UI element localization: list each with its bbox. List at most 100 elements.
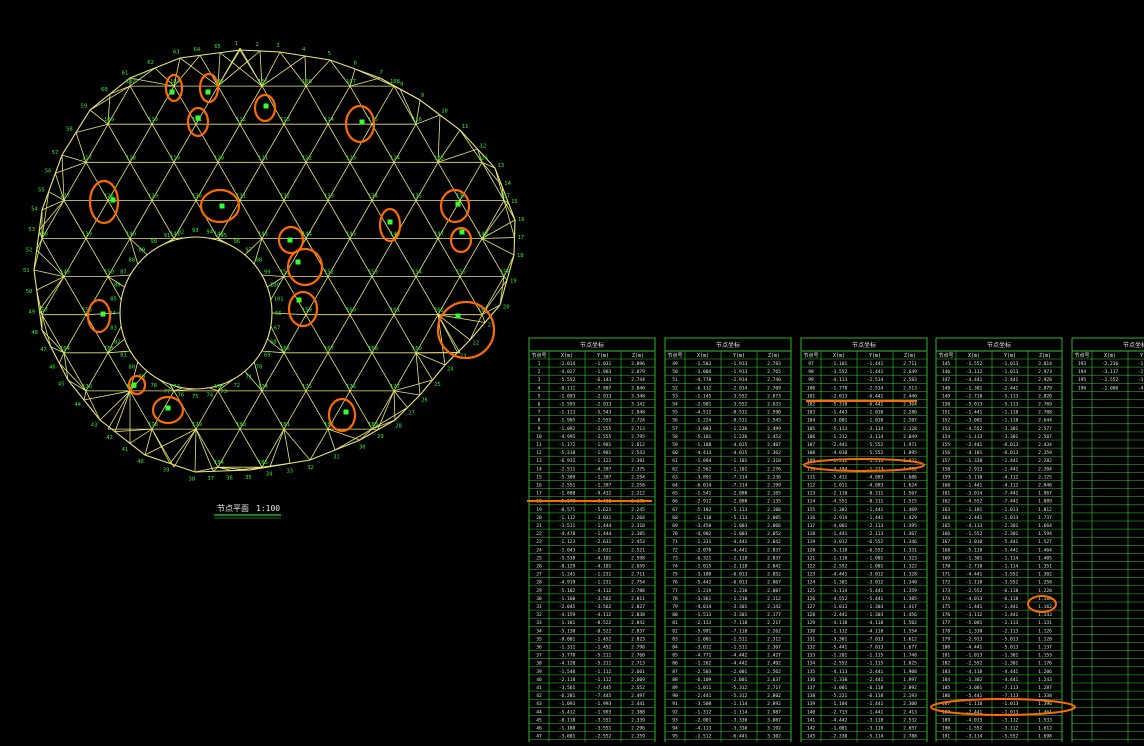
table-cell: -3.118: [867, 717, 884, 723]
table-cell: 2.811: [631, 596, 645, 602]
table-cell: -5.130: [559, 628, 576, 634]
node-label: 153: [368, 270, 378, 276]
node-label: 35: [245, 475, 252, 481]
table-cell: 1.664: [1038, 523, 1052, 529]
edge-member: [378, 391, 395, 430]
cad-viewport[interactable]: 1234567891011121314151617181920212223242…: [0, 0, 1144, 742]
table-cell: -2.631: [595, 539, 612, 545]
table-cell: 196: [1078, 385, 1087, 391]
table-cell: -7.013: [867, 645, 884, 651]
table-cell: 168: [942, 547, 951, 553]
table-cell: -1.145: [695, 393, 712, 399]
table-cell: 55: [672, 410, 678, 416]
table-cell: 189: [942, 717, 951, 723]
node-label: 69: [264, 353, 271, 359]
table-cell: -1.236: [731, 434, 748, 440]
node-label: 156: [500, 270, 510, 276]
table-cell: -1.101: [731, 466, 748, 472]
node-label: 100: [270, 283, 280, 289]
table-header-cell: Y(m): [1140, 353, 1144, 359]
table-cell: 2.037: [767, 555, 781, 561]
table-cell: 64: [672, 483, 678, 489]
table-cell: 2.318: [767, 458, 781, 464]
node-label: 71: [245, 375, 252, 381]
node-label: 118: [126, 155, 136, 161]
table-cell: -1.330: [966, 458, 983, 464]
node-label: 90: [151, 239, 158, 245]
table-cell: -1.513: [695, 612, 712, 618]
table-cell: 1.748: [903, 653, 917, 659]
table-cell: -4.113: [831, 377, 848, 383]
node-label: 112: [236, 117, 246, 123]
node-label: 93: [192, 228, 199, 234]
table-cell: -2.718: [966, 393, 983, 399]
table-cell: -2.013: [831, 393, 848, 399]
node-label: 142: [214, 232, 224, 238]
table-cell: -2.113: [695, 620, 712, 626]
node-label: 165: [104, 346, 114, 352]
table-cell: 177: [942, 620, 951, 626]
table-cell: 2.254: [631, 474, 645, 480]
node-label: 41: [122, 447, 129, 453]
table-cell: -5.411: [831, 474, 848, 480]
table-cell: 153: [942, 426, 951, 432]
node-label: 16: [518, 217, 525, 223]
table-cell: 1.143: [1038, 612, 1052, 618]
table-cell: -6.931: [559, 458, 576, 464]
table-cell: -5.552: [867, 442, 884, 448]
table-cell: 122: [807, 564, 816, 570]
table-cell: -2.713: [831, 709, 848, 715]
cad-drawing-canvas[interactable]: 1234567891011121314151617181920212223242…: [0, 0, 1144, 742]
node-label: 82: [114, 339, 121, 345]
table-cell: 2.312: [767, 636, 781, 642]
table-title: 节点坐标: [987, 341, 1011, 349]
table-cell: 2.067: [767, 580, 781, 586]
node-label: 61: [122, 71, 129, 77]
table-cell: 113: [807, 491, 816, 497]
node-label: 46: [49, 364, 56, 370]
table-cell: -1.444: [595, 531, 612, 537]
table-cell: -2.511: [559, 466, 576, 472]
table-cell: 2.204: [1038, 466, 1052, 472]
table-cell: -8.522: [595, 620, 612, 626]
table-cell: 1.405: [1038, 555, 1052, 561]
edge-member: [59, 353, 64, 364]
table-cell: -1.301: [966, 555, 983, 561]
table-cell: -1.552: [966, 726, 983, 732]
node-marker: [264, 104, 269, 109]
table-cell: 87: [672, 669, 678, 675]
node-label: 108: [390, 79, 400, 85]
table-cell: -1.311: [559, 645, 576, 651]
table-header-cell: X(m): [697, 353, 709, 359]
table-header-cell: 节点号: [938, 353, 953, 359]
node-label: 70: [256, 364, 263, 370]
table-cell: 11: [536, 442, 542, 448]
table-cell: 37: [536, 653, 542, 659]
table-cell: 1.385: [903, 596, 917, 602]
table-cell: -1.010: [867, 410, 884, 416]
table-cell: 71: [672, 539, 678, 545]
table-cell: -1.441: [867, 709, 884, 715]
table-cell: 1.677: [903, 645, 917, 651]
table-cell: 1.997: [903, 677, 917, 683]
table-cell: -4.015: [731, 450, 748, 456]
node-label: 89: [139, 247, 146, 253]
node-label: 33: [287, 468, 294, 474]
edge-member: [220, 53, 262, 86]
table-cell: 1.737: [1038, 515, 1052, 521]
table-cell: 58: [672, 434, 678, 440]
table-cell: -6.013: [731, 580, 748, 586]
table-header-cell: 节点号: [803, 353, 818, 359]
table-cell: -1.113: [966, 434, 983, 440]
table-cell: 1.825: [903, 661, 917, 667]
review-markup-circle: [200, 74, 218, 102]
table-cell: 1.515: [903, 499, 917, 505]
table-cell: -4.441: [966, 572, 983, 578]
table-cell: -2.914: [731, 385, 748, 391]
table-cell: 2.286: [903, 410, 917, 416]
table-cell: 2.717: [767, 685, 781, 691]
table-cell: -4.441: [731, 539, 748, 545]
table-cell: -1.540: [559, 669, 576, 675]
table-cell: 117: [807, 523, 816, 529]
node-label: 132: [280, 193, 290, 199]
